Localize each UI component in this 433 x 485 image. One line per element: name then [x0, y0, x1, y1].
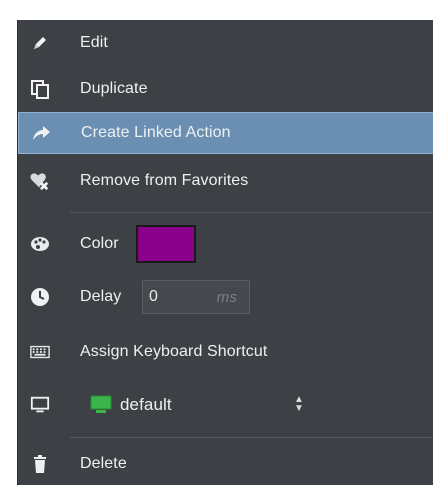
monitor-select-value: default [120, 395, 172, 414]
green-monitor-icon [90, 395, 112, 415]
menu-item-assign-shortcut[interactable]: Assign Keyboard Shortcut [18, 331, 433, 373]
menu-item-create-linked-action[interactable]: Create Linked Action [18, 112, 433, 154]
pencil-icon [30, 33, 50, 53]
menu-item-edit[interactable]: Edit [18, 22, 433, 64]
menu-item-label: Duplicate [80, 80, 148, 97]
menu-separator [70, 212, 433, 213]
window-background: Edit Duplicate Create Linked Action Remo… [0, 0, 433, 485]
menu-item-duplicate[interactable]: Duplicate [18, 68, 433, 110]
menu-item-remove-favorites[interactable]: Remove from Favorites [18, 160, 433, 202]
duplicate-icon [30, 79, 50, 99]
heart-remove-icon [30, 171, 50, 191]
menu-item-delay: Delay 0 ms [18, 276, 433, 318]
context-menu: Edit Duplicate Create Linked Action Remo… [17, 20, 433, 485]
menu-item-label: Edit [80, 34, 108, 51]
menu-separator [70, 437, 433, 438]
monitor-icon [30, 395, 50, 415]
clock-icon [30, 287, 50, 307]
menu-item-label: Create Linked Action [81, 124, 231, 141]
keyboard-icon [30, 342, 50, 362]
menu-item-label: Delay [80, 288, 122, 305]
share-arrow-icon [31, 123, 51, 143]
menu-item-label: Delete [80, 455, 127, 472]
menu-item-delete[interactable]: Delete [18, 443, 433, 485]
menu-item-label: Assign Keyboard Shortcut [80, 343, 268, 360]
menu-item-label: Color [80, 235, 119, 252]
color-swatch[interactable] [136, 225, 196, 263]
trash-icon [30, 454, 50, 474]
monitor-select[interactable]: default ▲ ▼ [80, 388, 304, 422]
menu-item-color[interactable]: Color [18, 223, 433, 265]
select-updown-icon: ▲ ▼ [294, 394, 304, 414]
delay-unit: ms [216, 288, 237, 306]
delay-input[interactable]: 0 ms [142, 280, 250, 314]
palette-icon [30, 234, 50, 254]
menu-item-monitor: default ▲ ▼ [18, 384, 433, 426]
menu-item-label: Remove from Favorites [80, 172, 249, 189]
delay-value: 0 [149, 288, 158, 305]
